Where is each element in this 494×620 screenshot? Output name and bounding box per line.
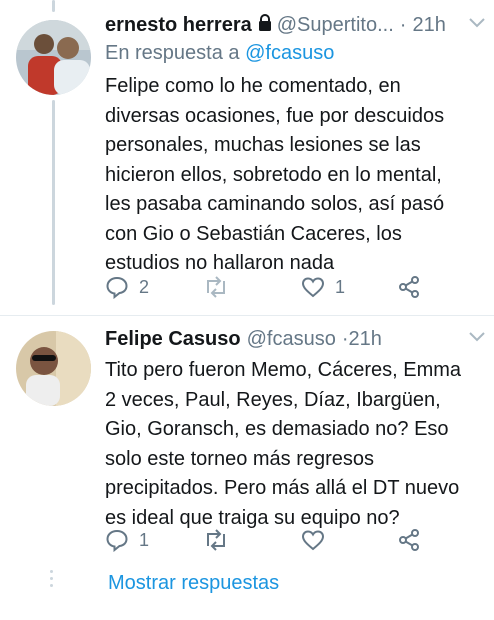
like-count: 1 bbox=[335, 276, 346, 297]
show-replies-link[interactable]: Mostrar respuestas bbox=[108, 572, 279, 595]
share-button[interactable] bbox=[397, 528, 421, 552]
user-handle[interactable]: @fcasuso bbox=[247, 326, 336, 352]
user-handle[interactable]: @Supertito... bbox=[277, 12, 394, 38]
reply-button[interactable]: 1 bbox=[105, 528, 149, 552]
avatar[interactable] bbox=[16, 20, 91, 95]
heart-icon bbox=[301, 277, 325, 298]
share-icon bbox=[399, 529, 419, 551]
more-replies-dots bbox=[50, 570, 53, 591]
avatar[interactable] bbox=[16, 331, 91, 406]
thread-line-1 bbox=[52, 100, 55, 305]
tweet-text: Tito pero fueron Memo, Cáceres, Emma 2 v… bbox=[105, 359, 462, 529]
retweet-icon bbox=[207, 276, 225, 298]
chevron-down-icon[interactable] bbox=[468, 330, 486, 348]
thread-line-top bbox=[52, 0, 55, 12]
reply-prefix: En respuesta a bbox=[105, 42, 246, 64]
tweet-text: Felipe como lo he comentado, en diversas… bbox=[105, 75, 445, 274]
chevron-down-icon[interactable] bbox=[468, 16, 486, 34]
heart-icon bbox=[301, 530, 325, 551]
retweet-icon bbox=[207, 529, 225, 551]
share-button[interactable] bbox=[397, 275, 421, 299]
separator-dot: · bbox=[399, 14, 407, 36]
share-icon bbox=[399, 276, 419, 298]
reply-count: 2 bbox=[139, 276, 150, 297]
like-button[interactable]: 1 bbox=[301, 275, 345, 299]
reply-mention[interactable]: @fcasuso bbox=[245, 42, 334, 64]
tweet-header: Felipe Casuso @fcasuso · 21h bbox=[105, 326, 480, 352]
timestamp[interactable]: 21h bbox=[412, 12, 445, 38]
like-button[interactable] bbox=[301, 528, 335, 552]
tweet-divider bbox=[0, 315, 494, 316]
reply-count: 1 bbox=[139, 529, 150, 550]
retweet-button[interactable] bbox=[203, 528, 239, 552]
reply-context: En respuesta a @fcasuso bbox=[105, 40, 480, 66]
separator-dot: · bbox=[341, 328, 349, 350]
lock-icon bbox=[258, 12, 272, 38]
tweet-actions: 2 1 bbox=[105, 275, 494, 303]
retweet-button[interactable] bbox=[203, 275, 239, 299]
reply-button[interactable]: 2 bbox=[105, 275, 149, 299]
display-name[interactable]: ernesto herrera bbox=[105, 12, 252, 38]
timestamp[interactable]: 21h bbox=[349, 326, 382, 352]
tweet-actions: 1 bbox=[105, 528, 494, 556]
reply-icon bbox=[106, 276, 128, 299]
display-name[interactable]: Felipe Casuso bbox=[105, 326, 241, 352]
reply-icon bbox=[106, 529, 128, 552]
tweet-header: ernesto herrera @Supertito... · 21h bbox=[105, 12, 480, 38]
